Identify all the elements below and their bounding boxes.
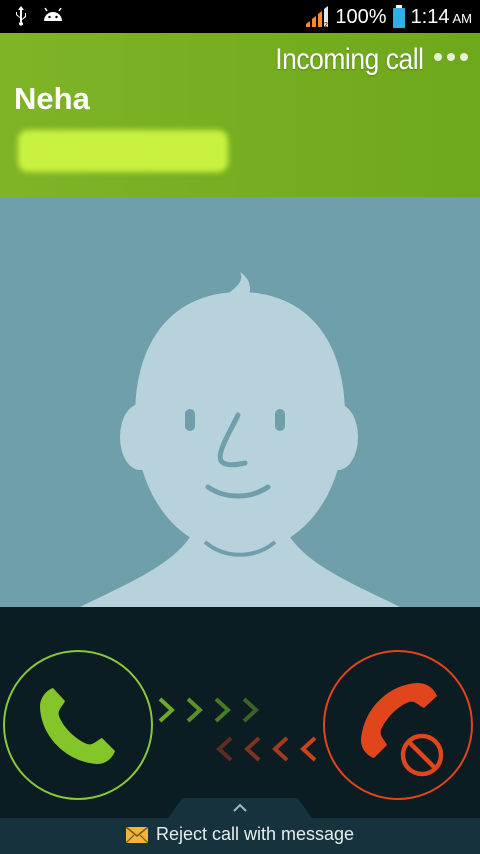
phone-reject-icon (361, 683, 444, 777)
android-debug-icon (44, 7, 62, 21)
battery-percent: 100% (335, 5, 387, 28)
battery-icon (392, 5, 405, 28)
usb-icon (16, 6, 26, 26)
more-options-icon[interactable] (434, 53, 468, 61)
signal-icon: 2 (306, 6, 329, 29)
default-avatar-icon (80, 272, 400, 607)
svg-text:2: 2 (324, 22, 328, 29)
incoming-call-label: Incoming call (275, 43, 425, 76)
reject-swipe-arrows (215, 734, 323, 764)
envelope-icon (125, 827, 148, 843)
accept-swipe-arrows (158, 695, 266, 725)
redacted-number (18, 130, 228, 172)
ampm-text: AM (452, 10, 473, 26)
reject-call-button[interactable] (323, 650, 473, 800)
reject-message-row: Reject call with message (0, 824, 480, 845)
call-actions: Reject call with message (0, 607, 480, 854)
phone-accept-icon (40, 688, 115, 764)
reject-with-message-bar[interactable]: Reject call with message (0, 818, 480, 854)
reject-message-handle[interactable] (168, 798, 312, 818)
caller-name: Neha (14, 81, 90, 116)
status-indicators: 2 100% 1:14 AM (304, 2, 472, 32)
reject-message-label: Reject call with message (155, 824, 355, 844)
caller-header: Incoming call Neha (0, 33, 480, 197)
notification-icons (14, 6, 64, 26)
clock: 1:14 AM (411, 6, 472, 29)
contact-photo (0, 197, 480, 607)
accept-call-button[interactable] (3, 650, 153, 800)
time-text: 1:14 (410, 5, 450, 28)
status-bar: 2 100% 1:14 AM (0, 0, 480, 33)
